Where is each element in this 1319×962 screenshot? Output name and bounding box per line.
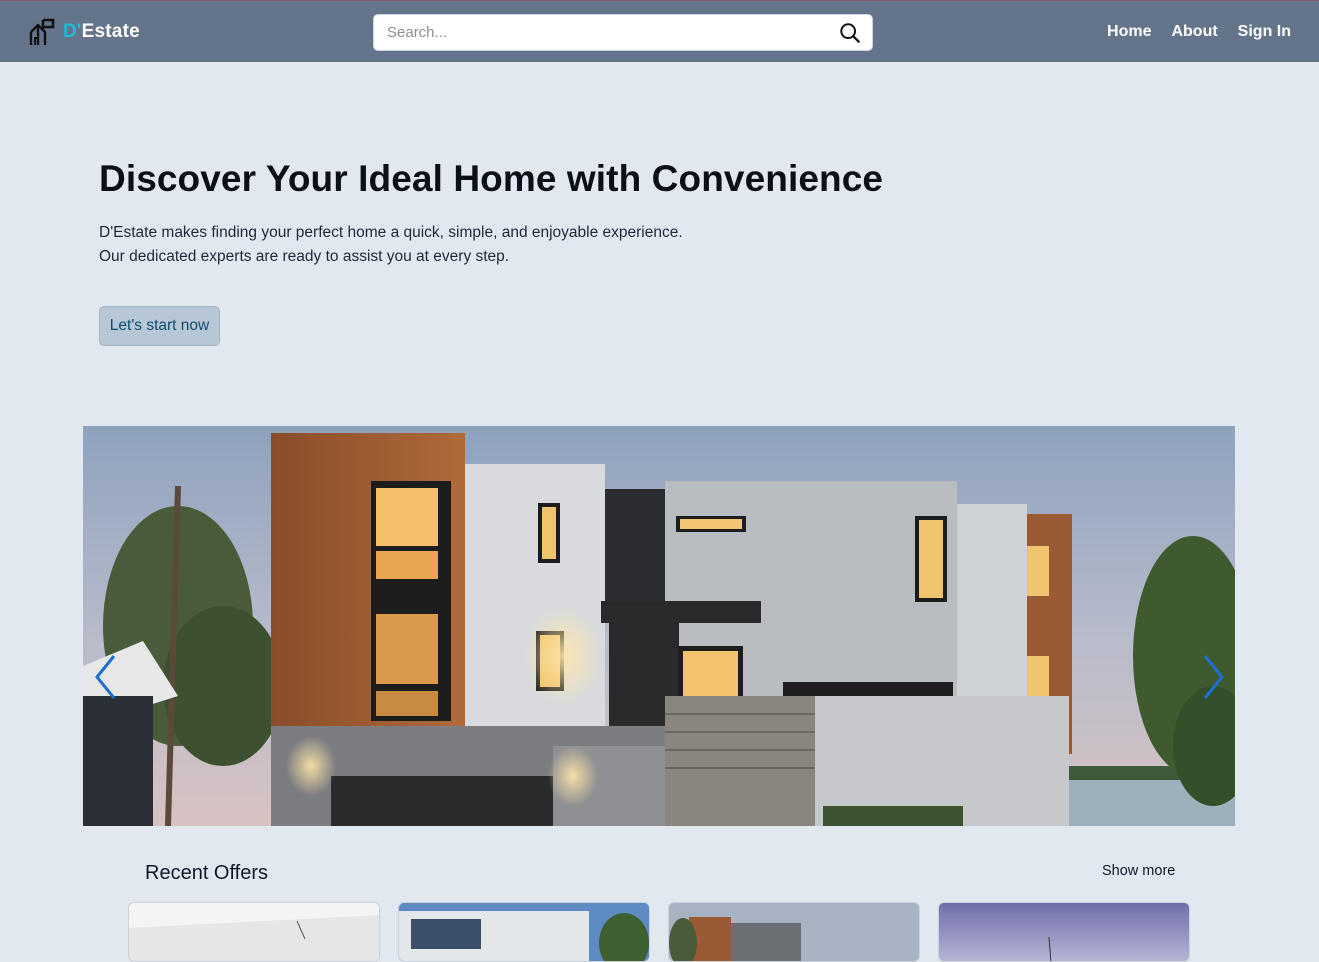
offer-card[interactable]	[398, 902, 650, 962]
chevron-left-icon[interactable]	[92, 652, 122, 702]
top-navbar: D'Estate Home About Sign In	[0, 0, 1319, 62]
search-input[interactable]	[374, 24, 814, 41]
house-image	[83, 426, 1235, 826]
offer-card[interactable]	[128, 902, 380, 962]
brand-name: D'Estate	[63, 21, 140, 42]
hero-title: Discover Your Ideal Home with Convenienc…	[99, 158, 884, 199]
offer-card-image	[399, 903, 649, 961]
search-icon[interactable]	[839, 22, 861, 44]
hero-carousel[interactable]	[83, 426, 1235, 826]
nav-home-link[interactable]: Home	[1107, 23, 1151, 41]
chevron-right-icon[interactable]	[1197, 652, 1227, 702]
recent-offers-title: Recent Offers	[145, 862, 269, 884]
house-logo-icon	[29, 18, 55, 45]
logo[interactable]: D'Estate	[29, 18, 140, 46]
offer-card[interactable]	[938, 902, 1190, 962]
nav-about-link[interactable]: About	[1171, 23, 1217, 41]
hero-subtitle-line-1: D'Estate makes finding your perfect home…	[99, 224, 683, 241]
show-more-link[interactable]: Show more	[1102, 863, 1175, 879]
hero-subtitle-line-2: Our dedicated experts are ready to assis…	[99, 248, 510, 265]
main-nav: Home About Sign In	[1107, 23, 1291, 41]
nav-sign-in-link[interactable]: Sign In	[1238, 23, 1291, 41]
offer-card[interactable]	[668, 902, 920, 962]
offer-card-image	[939, 903, 1189, 961]
start-now-button[interactable]: Let's start now	[99, 306, 220, 346]
hero-subtitle: D'Estate makes finding your perfect home…	[99, 221, 683, 269]
offer-card-image	[129, 903, 379, 961]
offer-card-image	[669, 903, 919, 961]
search-bar	[373, 14, 873, 51]
